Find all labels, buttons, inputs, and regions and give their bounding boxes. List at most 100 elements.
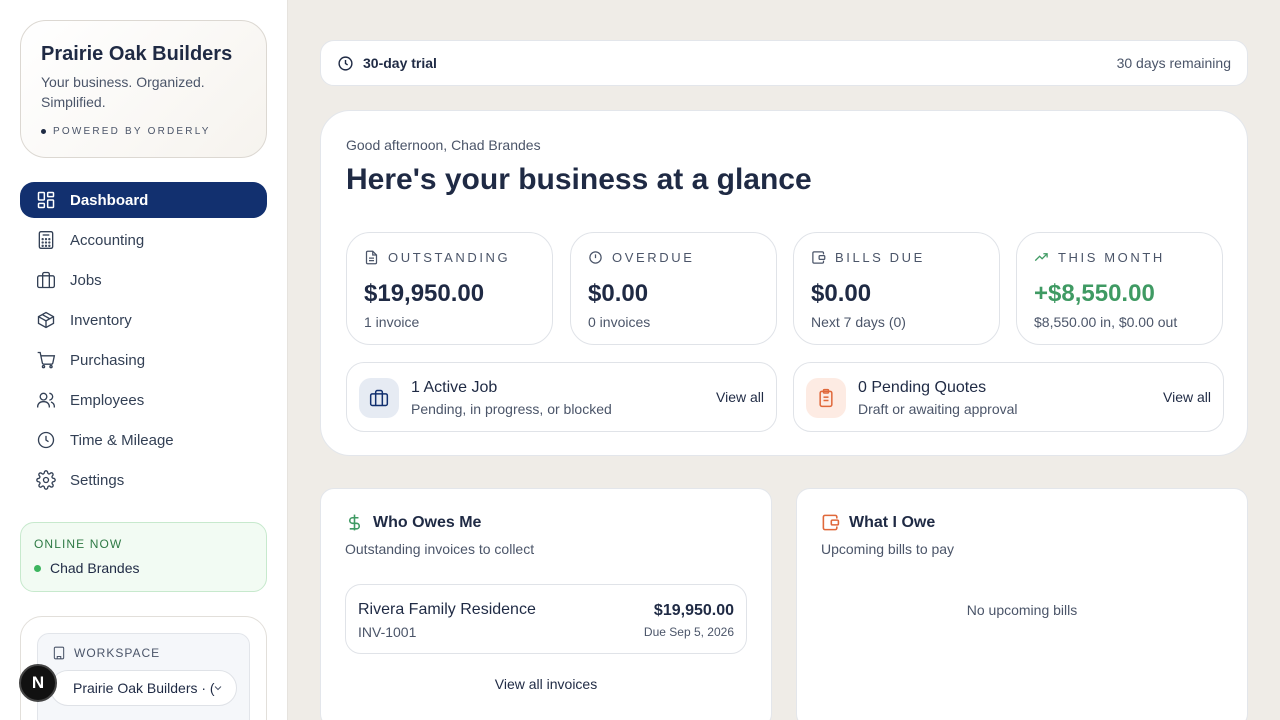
clock-icon: [338, 55, 353, 71]
stat-sub: Next 7 days (0): [811, 314, 906, 330]
nav-label: Employees: [70, 391, 145, 409]
brand-name: Prairie Oak Builders: [41, 43, 233, 65]
online-user-name: Chad Brandes: [50, 560, 140, 576]
stat-label: OUTSTANDING: [364, 250, 535, 265]
nav-label: Accounting: [70, 231, 145, 249]
nav-label: Time & Mileage: [70, 431, 174, 449]
clipboard-icon: [819, 388, 833, 408]
panel-title: What I Owe: [821, 513, 935, 532]
stat-overdue[interactable]: OVERDUE $0.00 0 invoices: [570, 232, 777, 345]
jobs-icon-box: [359, 378, 399, 418]
quotes-icon-box: [806, 378, 846, 418]
online-status-dot: [34, 564, 41, 572]
powered-by: POWERED BY ORDERLY: [41, 126, 246, 137]
briefcase-icon: [369, 389, 389, 407]
stat-value: $0.00: [588, 280, 649, 307]
summary-title: 0 Pending Quotes: [858, 379, 987, 396]
dollar-icon: [349, 514, 360, 531]
nav-label: Jobs: [70, 271, 102, 289]
trial-remaining: 30 days remaining: [1116, 55, 1231, 71]
trial-label: 30-day trial: [337, 55, 437, 72]
panel-title: Who Owes Me: [345, 513, 481, 532]
online-now-card: ONLINE NOW Chad Brandes: [20, 522, 267, 592]
document-icon: [365, 250, 378, 265]
brand-card: Prairie Oak Builders Your business. Orga…: [20, 20, 267, 158]
stat-sub: 0 invoices: [588, 314, 651, 330]
stat-value: $0.00: [811, 280, 872, 307]
brand-tagline: Your business. Organized. Simplified.: [41, 74, 205, 110]
view-all-quotes-link[interactable]: View all: [1163, 389, 1211, 405]
nav-item-accounting[interactable]: Accounting: [20, 222, 267, 258]
bullet-dot: [41, 129, 46, 134]
view-all-invoices-link[interactable]: View all invoices: [321, 676, 771, 692]
alert-circle-icon: [589, 251, 602, 264]
wallet-icon: [812, 251, 826, 264]
nav-item-settings[interactable]: Settings: [20, 462, 267, 498]
stat-label: THIS MONTH: [1034, 250, 1205, 265]
stat-sub: 1 invoice: [364, 314, 420, 330]
nav-label: Inventory: [70, 311, 132, 329]
active-jobs-summary[interactable]: 1 Active Job Pending, in progress, or bl…: [346, 362, 777, 432]
panel-sub: Outstanding invoices to collect: [345, 541, 535, 557]
greeting: Good afternoon, Chad Brandes: [346, 137, 541, 153]
workspace-selected-value: Prairie Oak Builders · (: [73, 680, 215, 696]
workspace-label-text: WORKSPACE: [74, 646, 161, 660]
sidebar: Prairie Oak Builders Your business. Orga…: [0, 0, 288, 720]
cart-icon: [37, 351, 56, 369]
stat-label: BILLS DUE: [811, 250, 982, 265]
trending-up-icon: [1034, 253, 1048, 262]
powered-by-label: POWERED BY ORDERLY: [53, 126, 211, 137]
panel-title-text: Who Owes Me: [373, 513, 482, 531]
main-nav: Dashboard Accounting Jobs Inventory Purc…: [20, 182, 267, 502]
clock-icon: [37, 431, 55, 449]
stat-value: +$8,550.00: [1034, 280, 1155, 307]
summary-sub: Draft or awaiting approval: [858, 401, 1018, 417]
workspace-card: WORKSPACE Prairie Oak Builders · (: [20, 616, 267, 720]
gear-icon: [36, 470, 56, 490]
stat-label-text: OVERDUE: [612, 250, 695, 265]
workspace-select[interactable]: Prairie Oak Builders · (: [50, 670, 237, 706]
nav-item-dashboard[interactable]: Dashboard: [20, 182, 267, 218]
trial-banner: 30-day trial 30 days remaining: [320, 40, 1248, 86]
invoice-amount: $19,950.00: [653, 602, 734, 619]
stat-label-text: OUTSTANDING: [388, 250, 511, 265]
stat-value: $19,950.00: [364, 280, 485, 307]
building-icon: [53, 646, 65, 660]
panel-sub: Upcoming bills to pay: [821, 541, 955, 557]
stat-this-month[interactable]: THIS MONTH +$8,550.00 $8,550.00 in, $0.0…: [1016, 232, 1223, 345]
page-title: Here's your business at a glance: [346, 163, 812, 196]
stat-outstanding[interactable]: OUTSTANDING $19,950.00 1 invoice: [346, 232, 553, 345]
dev-tools-badge[interactable]: N: [19, 664, 57, 702]
nav-label: Dashboard: [70, 191, 149, 209]
stat-label: OVERDUE: [588, 250, 759, 265]
invoice-row[interactable]: Rivera Family Residence INV-1001 $19,950…: [345, 584, 747, 654]
nav-item-jobs[interactable]: Jobs: [20, 262, 267, 298]
users-icon: [37, 392, 55, 408]
what-i-owe-panel: What I Owe Upcoming bills to pay No upco…: [796, 488, 1248, 720]
box-icon: [37, 311, 55, 329]
stat-sub: $8,550.00 in, $0.00 out: [1034, 314, 1178, 330]
who-owes-me-panel: Who Owes Me Outstanding invoices to coll…: [320, 488, 772, 720]
invoice-due-date: Due Sep 5, 2026: [643, 625, 734, 639]
online-title: ONLINE NOW: [34, 537, 123, 551]
nav-item-time-mileage[interactable]: Time & Mileage: [20, 422, 267, 458]
workspace-label: WORKSPACE: [52, 646, 235, 660]
nav-item-purchasing[interactable]: Purchasing: [20, 342, 267, 378]
view-all-jobs-link[interactable]: View all: [716, 389, 764, 405]
summary-sub: Pending, in progress, or blocked: [411, 401, 612, 417]
pending-quotes-summary[interactable]: 0 Pending Quotes Draft or awaiting appro…: [793, 362, 1224, 432]
stat-label-text: BILLS DUE: [835, 250, 925, 265]
trial-label-text: 30-day trial: [363, 55, 437, 71]
briefcase-icon: [37, 271, 55, 289]
nav-item-employees[interactable]: Employees: [20, 382, 267, 418]
dashboard-icon: [37, 191, 55, 209]
chevron-down-icon: [214, 686, 222, 691]
workspace-panel: WORKSPACE Prairie Oak Builders · (: [37, 633, 250, 720]
invoice-number: INV-1001: [358, 624, 417, 640]
empty-state: No upcoming bills: [966, 602, 1078, 618]
calculator-icon: [38, 231, 54, 249]
nav-label: Settings: [70, 471, 125, 489]
nav-item-inventory[interactable]: Inventory: [20, 302, 267, 338]
nav-label: Purchasing: [70, 351, 146, 369]
stat-bills-due[interactable]: BILLS DUE $0.00 Next 7 days (0): [793, 232, 1000, 345]
